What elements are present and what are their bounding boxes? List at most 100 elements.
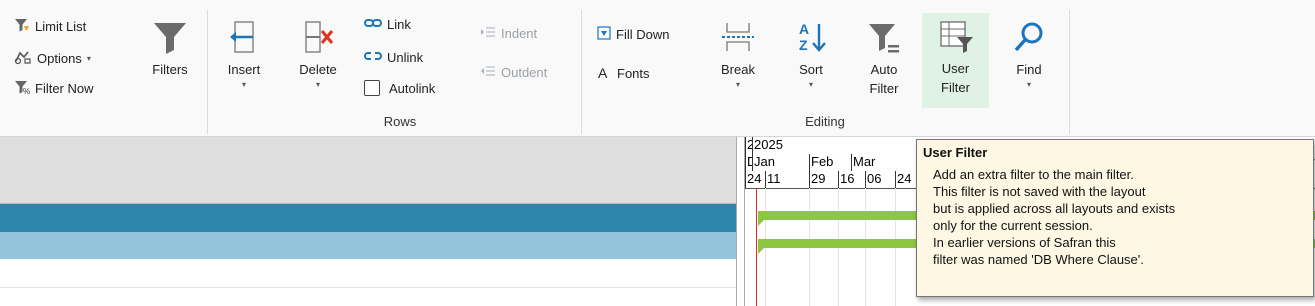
delete-row-icon <box>300 14 336 60</box>
svg-text:Z: Z <box>799 37 808 53</box>
rows-group-label: Rows <box>383 114 417 129</box>
fill-down-icon <box>597 26 611 43</box>
insert-row-icon <box>226 14 262 60</box>
insert-button[interactable]: Insert ▾ <box>218 14 270 91</box>
fonts-button[interactable]: A Fonts <box>598 65 650 81</box>
filter-now-button[interactable]: % Filter Now <box>14 79 94 98</box>
sort-icon: AZ <box>793 14 829 60</box>
group-separator <box>1069 10 1070 134</box>
group-separator <box>581 10 582 134</box>
auto-filter-button[interactable]: Auto Filter <box>856 14 912 98</box>
user-filter-icon <box>937 13 975 59</box>
editing-group-label: Editing <box>805 114 845 129</box>
break-button[interactable]: Break ▾ <box>712 14 764 91</box>
link-label: Link <box>387 17 411 32</box>
timescale-cell: 29 <box>809 171 838 188</box>
timescale-cell: 11 <box>765 171 809 188</box>
fill-down-button[interactable]: Fill Down <box>597 26 669 43</box>
insert-label: Insert <box>227 62 261 77</box>
unlink-button[interactable]: Unlink <box>364 49 423 66</box>
options-icon <box>14 49 32 68</box>
today-line <box>756 188 757 306</box>
user-filter-tooltip: User Filter Add an extra filter to the m… <box>916 139 1314 297</box>
limit-list-icon <box>14 17 30 36</box>
chevron-down-icon: ▾ <box>86 53 91 63</box>
tooltip-line: Add an extra filter to the main filter. <box>933 167 1134 182</box>
ribbon: Limit List Options ▾ % Filter Now Filter… <box>0 0 1315 137</box>
timescale-cell: 06 <box>865 171 895 188</box>
table-row[interactable] <box>0 232 736 259</box>
user-filter-label-2: Filter <box>941 80 970 95</box>
tooltip-line: This filter is not saved with the layout <box>933 184 1146 199</box>
tooltip-title: User Filter <box>923 145 988 160</box>
search-icon <box>1011 14 1047 60</box>
font-icon: A <box>598 65 608 81</box>
timescale-cell: 16 <box>838 171 865 188</box>
tooltip-line: but is applied across all layouts and ex… <box>933 201 1176 216</box>
break-label: Break <box>721 62 755 77</box>
autolink-label: Autolink <box>389 80 436 96</box>
chevron-down-icon: ▾ <box>808 80 813 89</box>
chevron-down-icon: ▾ <box>1026 80 1031 89</box>
autolink-checkbox[interactable]: Autolink <box>364 80 435 96</box>
outdent-icon <box>480 65 496 80</box>
summary-bar-end <box>758 248 764 254</box>
fill-down-label: Fill Down <box>616 27 670 42</box>
fonts-label: Fonts <box>617 65 650 81</box>
break-icon <box>720 14 756 60</box>
chevron-down-icon: ▾ <box>241 80 246 89</box>
table-row-selected[interactable] <box>0 204 736 232</box>
filters-icon <box>151 14 189 60</box>
limit-list-button[interactable]: Limit List <box>14 17 86 36</box>
user-filter-button[interactable]: User Filter <box>922 13 989 108</box>
outdent-label: Outdent <box>501 65 548 80</box>
indent-icon <box>480 26 496 41</box>
auto-filter-label-2: Filter <box>869 81 899 96</box>
limit-list-label: Limit List <box>35 19 87 34</box>
link-icon <box>364 17 382 32</box>
link-button[interactable]: Link <box>364 17 411 32</box>
indent-button[interactable]: Indent <box>480 26 537 41</box>
timescale-cell: D <box>745 154 752 171</box>
options-button[interactable]: Options ▾ <box>14 49 91 68</box>
indent-label: Indent <box>501 26 538 41</box>
timescale-cell: 24 <box>745 171 765 188</box>
find-label: Find <box>1016 62 1042 77</box>
sort-label: Sort <box>799 62 823 77</box>
delete-button[interactable]: Delete ▾ <box>290 14 346 91</box>
timescale-cell: 2025 <box>752 137 932 154</box>
unlink-label: Unlink <box>387 50 424 65</box>
timescale-cell: Feb <box>809 154 851 171</box>
summary-bar-end <box>758 220 764 226</box>
filters-button[interactable]: Filters <box>143 14 197 79</box>
timescale-cell: 2 <box>745 137 752 154</box>
auto-filter-icon <box>866 14 902 60</box>
checkbox-icon[interactable] <box>364 80 380 96</box>
table-row[interactable] <box>0 259 736 288</box>
tooltip-body: Add an extra filter to the main filter. … <box>933 166 1175 268</box>
auto-filter-label-1: Auto <box>870 62 898 77</box>
pane-splitter[interactable] <box>736 137 745 306</box>
unlink-icon <box>364 49 382 66</box>
sort-button[interactable]: AZ Sort ▾ <box>785 14 837 91</box>
tooltip-line: only for the current session. <box>933 218 1093 233</box>
filter-now-label: Filter Now <box>35 81 94 96</box>
timescale-cell: Mar <box>851 154 921 171</box>
options-label: Options <box>37 51 82 66</box>
chevron-down-icon: ▾ <box>735 80 740 89</box>
filters-label: Filters <box>152 62 188 77</box>
timescale-cell: Jan <box>752 154 809 171</box>
delete-label: Delete <box>299 62 337 77</box>
group-separator <box>207 10 208 134</box>
filter-now-icon: % <box>14 79 30 98</box>
tooltip-line: In earlier versions of Safran this <box>933 235 1116 250</box>
svg-text:%: % <box>23 87 30 95</box>
outdent-button[interactable]: Outdent <box>480 65 547 80</box>
svg-text:A: A <box>799 21 809 37</box>
user-filter-label-1: User <box>941 61 970 76</box>
tooltip-line: filter was named 'DB Where Clause'. <box>933 252 1144 267</box>
table-pane <box>0 137 736 306</box>
table-header <box>0 137 736 204</box>
chevron-down-icon: ▾ <box>315 80 320 89</box>
find-button[interactable]: Find ▾ <box>1003 14 1055 91</box>
